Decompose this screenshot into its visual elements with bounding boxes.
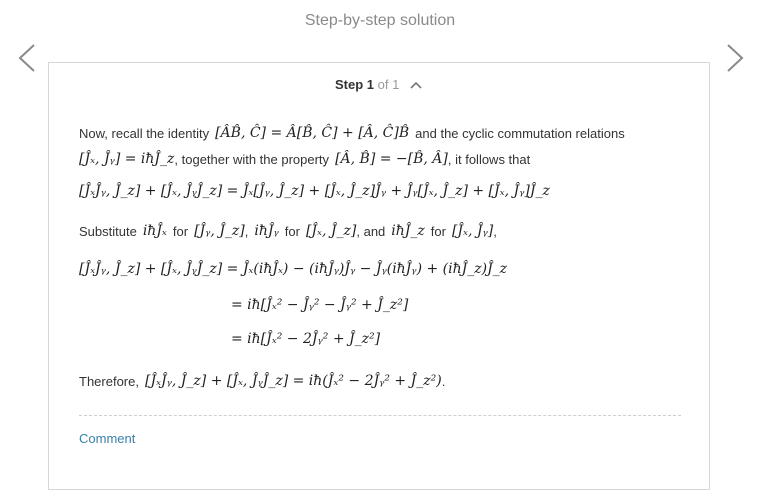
step-header: Step 1 of 1 — [49, 77, 709, 93]
math-cyclic: [Ĵₓ, Ĵᵧ] = iħĴ_z — [79, 151, 175, 167]
math-line-eq1: [ĴₓĴᵧ, Ĵ_z] + [Ĵₓ, ĴᵧĴ_z] = Ĵₓ(iħĴₓ) − (… — [79, 261, 507, 277]
math-line-eq3: = iħ[Ĵₓ² − 2Ĵᵧ² + Ĵ_z²] — [231, 331, 380, 347]
next-step-button[interactable] — [722, 42, 748, 74]
math-sub1: iħĴₓ — [142, 223, 167, 239]
math-eq2: = iħ[Ĵₓ² − Ĵᵧ² − Ĵᵧ² + Ĵ_z²] — [231, 297, 409, 313]
collapse-step-button[interactable] — [409, 78, 423, 93]
text-cyclic-intro: and the cyclic commutation relations — [415, 125, 625, 141]
math-line-eq2: = iħ[Ĵₓ² − Ĵᵧ² − Ĵᵧ² + Ĵ_z²] — [231, 297, 408, 313]
text-follows: , it follows that — [447, 151, 531, 167]
math-expansion: [ĴₓĴᵧ, Ĵ_z] + [Ĵₓ, ĴᵧĴ_z] = Ĵₓ[Ĵᵧ, Ĵ_z] … — [79, 183, 550, 199]
math-identity: [ÂB̂, Ĉ] = Â[B̂, Ĉ] + [Â, Ĉ]B̂ — [215, 125, 410, 141]
divider — [79, 415, 681, 416]
chevron-up-icon — [410, 81, 422, 89]
chevron-right-icon — [727, 44, 744, 72]
text-for-3: for — [430, 223, 446, 239]
math-sub2: iħĴᵧ — [254, 223, 279, 239]
math-c3: [Ĵₓ, Ĵᵧ] — [451, 223, 494, 239]
math-c2: [Ĵₓ, Ĵ_z] — [305, 223, 357, 239]
chevron-left-icon — [18, 44, 35, 72]
step-count: of 1 — [377, 77, 400, 92]
text-substitute: Substitute — [79, 223, 137, 239]
text-line-2: [Ĵₓ, Ĵᵧ] = iħĴ_z , together with the pro… — [79, 151, 530, 167]
text-comma-1: , — [244, 223, 249, 239]
text-line-4: Substitute iħĴₓ for [Ĵᵧ, Ĵ_z] , iħĴᵧ for… — [79, 223, 497, 239]
text-line-result: Therefore, [ĴₓĴᵧ, Ĵ_z] + [Ĵₓ, ĴᵧĴ_z] = i… — [79, 373, 445, 389]
math-c1: [Ĵᵧ, Ĵ_z] — [194, 223, 245, 239]
text-comma-2: , — [493, 223, 497, 239]
text-for-2: for — [284, 223, 300, 239]
math-eq3: = iħ[Ĵₓ² − 2Ĵᵧ² + Ĵ_z²] — [231, 331, 381, 347]
text-property-intro: , together with the property — [174, 151, 330, 167]
math-result: [ĴₓĴᵧ, Ĵ_z] + [Ĵₓ, ĴᵧĴ_z] = iħ(Ĵₓ² − 2Ĵᵧ… — [144, 373, 442, 389]
math-property: [Â, B̂] = −[B̂, Â] — [335, 151, 448, 167]
text-and: , and — [356, 223, 386, 239]
page-title: Step-by-step solution — [304, 12, 456, 29]
prev-step-button[interactable] — [14, 42, 40, 74]
text-period: . — [441, 373, 446, 389]
solution-card: Step 1 of 1 Now, recall the identity [ÂB… — [48, 62, 710, 490]
comment-link[interactable]: Comment — [79, 431, 135, 446]
text-for-1: for — [172, 223, 189, 239]
text-identity-intro: Now, recall the identity — [79, 125, 210, 141]
text-therefore: Therefore, — [79, 373, 139, 389]
math-sub3: iħĴ_z — [391, 223, 425, 239]
math-eq1: [ĴₓĴᵧ, Ĵ_z] + [Ĵₓ, ĴᵧĴ_z] = Ĵₓ(iħĴₓ) − (… — [79, 261, 508, 277]
text-line-1: Now, recall the identity [ÂB̂, Ĉ] = Â[B̂… — [79, 125, 625, 141]
step-label: Step 1 — [335, 77, 375, 92]
math-line-expansion: [ĴₓĴᵧ, Ĵ_z] + [Ĵₓ, ĴᵧĴ_z] = Ĵₓ[Ĵᵧ, Ĵ_z] … — [79, 183, 550, 199]
